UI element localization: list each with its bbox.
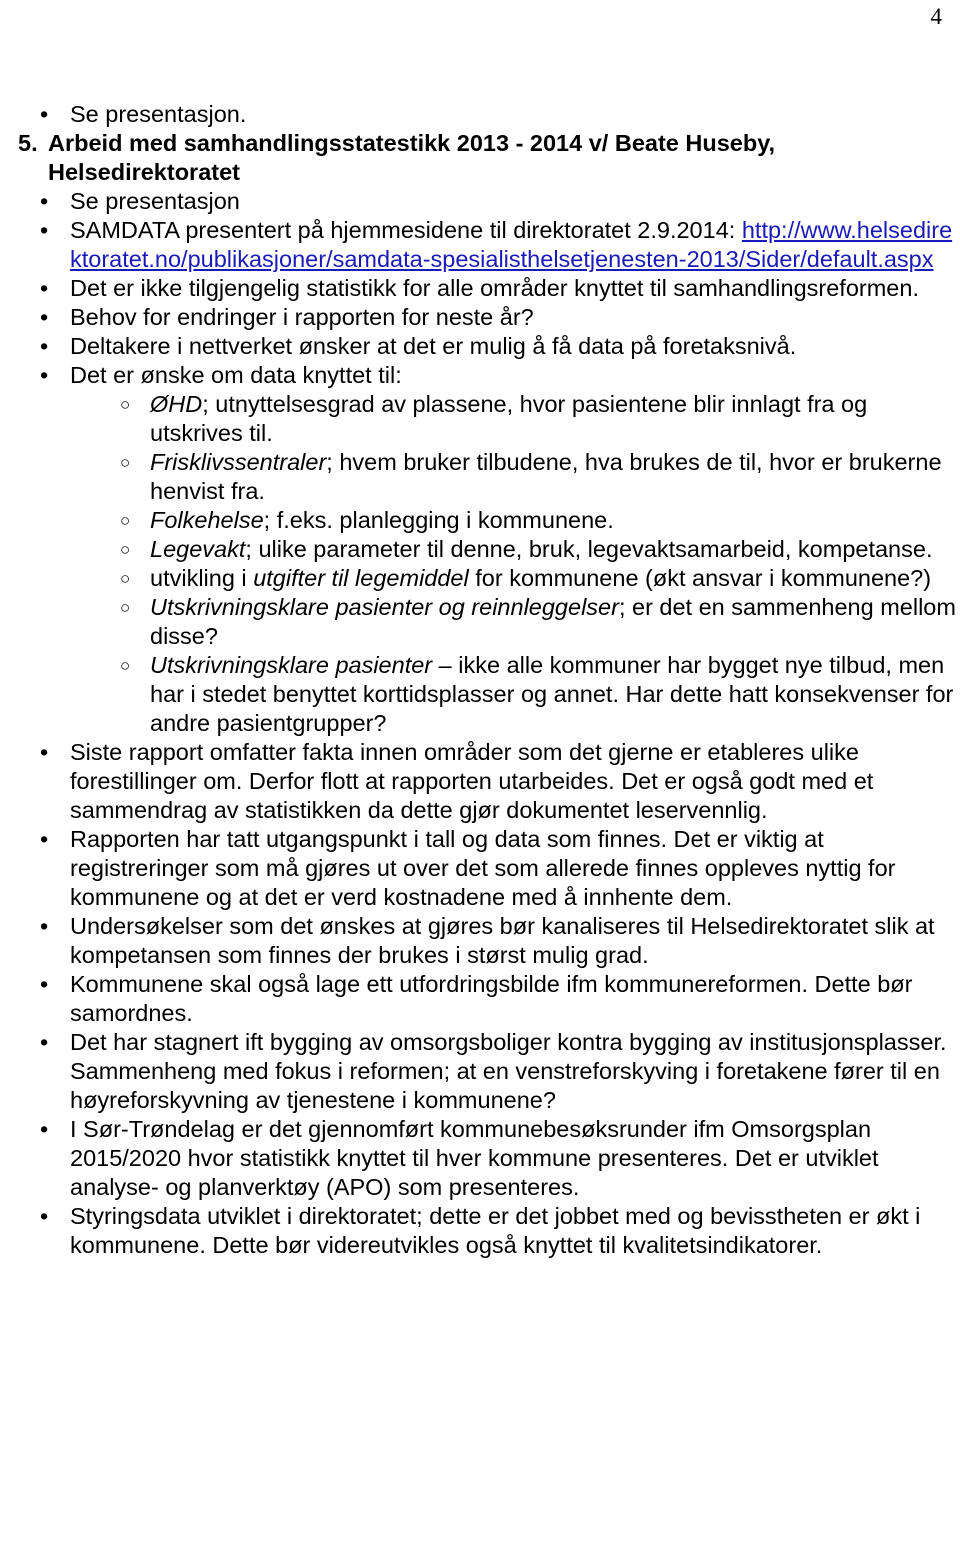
list-item: • Det er ikke tilgjengelig statistikk for… — [0, 274, 960, 303]
sub-item-text: for kommunene (økt ansvar i kommunene?) — [468, 565, 932, 591]
list-item: ○ utvikling i utgifter til legemiddel for… — [0, 564, 960, 593]
list-item-text: Se presentasjon — [70, 188, 240, 214]
list-item: • Styringsdata utviklet i direktoratet; d… — [0, 1202, 960, 1260]
bullet-icon: • — [40, 739, 49, 765]
section-title-line1: Arbeid med samhandlingsstatestikk 2013 -… — [48, 130, 776, 156]
bullet-icon: • — [40, 971, 49, 997]
sub-bullet-icon: ○ — [120, 453, 131, 472]
section-bullet-list-continued: • Siste rapport omfatter fakta innen områ… — [0, 738, 960, 1260]
list-item-text: Behov for endringer i rapporten for nest… — [70, 304, 534, 330]
list-item: • Undersøkelser som det ønskes at gjøres … — [0, 912, 960, 970]
bullet-icon: • — [40, 188, 49, 214]
list-item: ○ Frisklivssentraler; hvem bruker tilbude… — [0, 448, 960, 506]
sub-bullet-icon: ○ — [120, 395, 131, 414]
list-item: • Deltakere i nettverket ønsker at det er… — [0, 332, 960, 361]
list-item: • I Sør-Trøndelag er det gjennomført komm… — [0, 1115, 960, 1202]
sub-item-term: Legevakt — [150, 536, 246, 562]
section-title-line2: Helsedirektoratet — [48, 159, 240, 185]
section-heading: 5. Arbeid med samhandlingsstatestikk 2013… — [0, 129, 960, 187]
data-sub-bullet-list: ○ ØHD; utnyttelsesgrad av plassene, hvor … — [0, 390, 960, 738]
list-item-text: Deltakere i nettverket ønsker at det er … — [70, 333, 797, 359]
sub-bullet-icon: ○ — [120, 569, 131, 588]
list-item-text: Det har stagnert ift bygging av omsorgsb… — [70, 1029, 947, 1113]
sub-item-text: ; utnyttelsesgrad av plassene, hvor pasi… — [150, 391, 868, 446]
list-item: • SAMDATA presentert på hjemmesidene til … — [0, 216, 960, 274]
bullet-icon: • — [40, 1203, 49, 1229]
list-item-text: SAMDATA presentert på hjemmesidene til d… — [70, 217, 736, 243]
sub-item-term: Frisklivssentraler — [150, 449, 327, 475]
list-item: • Det er ønske om data knyttet til: — [0, 361, 960, 390]
bullet-icon: • — [40, 913, 49, 939]
page-number: 4 — [930, 4, 943, 29]
list-item-text: Siste rapport omfatter fakta innen områd… — [70, 739, 874, 823]
sub-bullet-icon: ○ — [120, 598, 131, 617]
list-item-text: Styringsdata utviklet i direktoratet; de… — [70, 1203, 921, 1258]
sub-bullet-icon: ○ — [120, 511, 131, 530]
list-item: • Se presentasjon — [0, 187, 960, 216]
document-page: 4 • Se presentasjon. 5. Arbeid med samhand… — [0, 0, 960, 1550]
bullet-icon: • — [40, 1029, 49, 1055]
list-item-text: Kommunene skal også lage ett utfordrings… — [70, 971, 913, 1026]
bullet-icon: • — [40, 333, 49, 359]
list-item-text: Undersøkelser som det ønskes at gjøres b… — [70, 913, 935, 968]
lead-bullet-list: • Se presentasjon. — [0, 100, 960, 129]
sub-item-text: ; f.eks. planlegging i kommunene. — [263, 507, 614, 533]
list-item: ○ Legevakt; ulike parameter til denne, br… — [0, 535, 960, 564]
list-item-text: Se presentasjon. — [70, 101, 247, 127]
bullet-icon: • — [40, 101, 49, 127]
sub-bullet-icon: ○ — [120, 656, 131, 675]
page-content: • Se presentasjon. 5. Arbeid med samhandli… — [0, 100, 960, 1260]
bullet-icon: • — [40, 362, 49, 388]
sub-item-prefix: utvikling i — [150, 565, 254, 591]
list-item: • Se presentasjon. — [0, 100, 960, 129]
list-item: ○ Utskrivningsklare pasienter – ikke alle… — [0, 651, 960, 738]
list-item-text: Det er ønske om data knyttet til: — [70, 362, 402, 388]
list-item: ○ ØHD; utnyttelsesgrad av plassene, hvor … — [0, 390, 960, 448]
section-number: 5. — [18, 130, 38, 156]
bullet-icon: • — [40, 304, 49, 330]
list-item: • Rapporten har tatt utgangspunkt i tall … — [0, 825, 960, 912]
list-item: ○ Utskrivningsklare pasienter og reinnleg… — [0, 593, 960, 651]
sub-item-text: ; ulike parameter til denne, bruk, legev… — [245, 536, 933, 562]
bullet-icon: • — [40, 217, 49, 243]
sub-item-term: ØHD — [150, 391, 203, 417]
sub-item-term: Folkehelse — [150, 507, 264, 533]
sub-item-term: Utskrivningsklare pasienter og reinnlegg… — [150, 594, 619, 620]
list-item: • Siste rapport omfatter fakta innen områ… — [0, 738, 960, 825]
sub-bullet-icon: ○ — [120, 540, 131, 559]
list-item: • Kommunene skal også lage ett utfordring… — [0, 970, 960, 1028]
list-item: • Behov for endringer i rapporten for nes… — [0, 303, 960, 332]
bullet-icon: • — [40, 826, 49, 852]
list-item-text: Det er ikke tilgjengelig statistikk for … — [70, 275, 919, 301]
list-item-text: Rapporten har tatt utgangspunkt i tall o… — [70, 826, 896, 910]
list-item: • Det har stagnert ift bygging av omsorgs… — [0, 1028, 960, 1115]
sub-item-term: Utskrivningsklare pasienter — [150, 652, 433, 678]
sub-item-term: utgifter til legemiddel — [253, 565, 469, 591]
section-bullet-list: • Se presentasjon • SAMDATA presentert på … — [0, 187, 960, 390]
list-item-text: I Sør-Trøndelag er det gjennomført kommu… — [70, 1116, 879, 1200]
list-item: ○ Folkehelse; f.eks. planlegging i kommun… — [0, 506, 960, 535]
bullet-icon: • — [40, 1116, 49, 1142]
bullet-icon: • — [40, 275, 49, 301]
